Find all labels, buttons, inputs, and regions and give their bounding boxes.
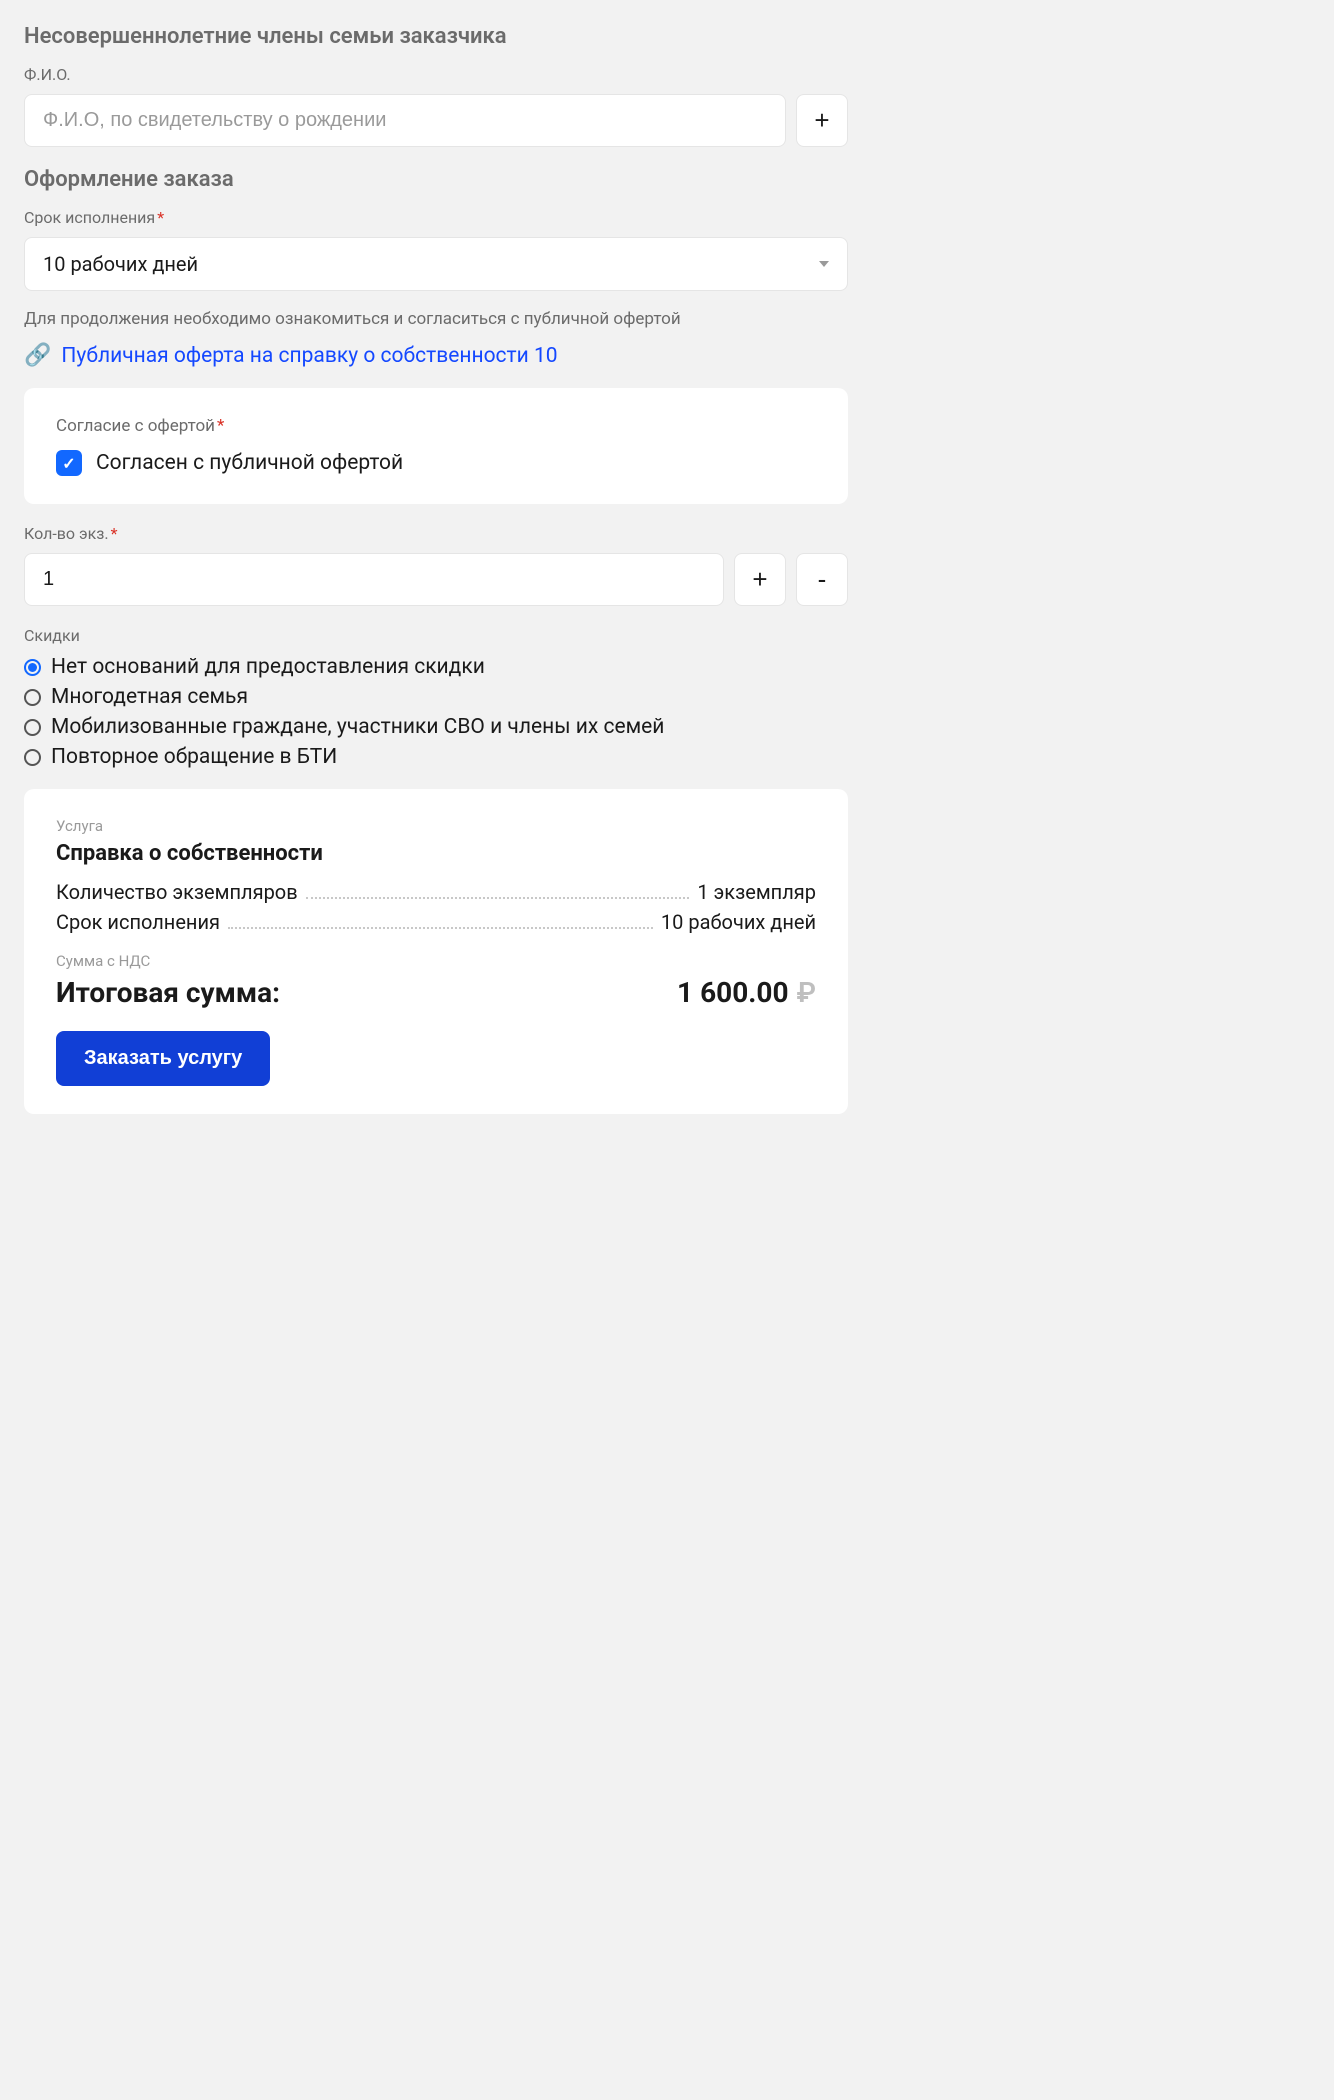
term-value: 10 рабочих дней	[43, 252, 198, 276]
consent-checkbox[interactable]: ✓	[56, 450, 82, 476]
required-marker: *	[217, 416, 224, 436]
consent-card: Согласие с офертой* ✓ Согласен с публичн…	[24, 388, 848, 504]
sum-label: Сумма с НДС	[56, 952, 816, 970]
qty-plus-button[interactable]: +	[734, 553, 786, 606]
consent-label: Согласие с офертой*	[56, 416, 816, 436]
summary-row: Срок исполнения 10 рабочих дней	[56, 910, 816, 934]
term-label-text: Срок исполнения	[24, 208, 155, 227]
discount-option[interactable]: Мобилизованные граждане, участники СВО и…	[24, 715, 848, 739]
qty-minus-button[interactable]: -	[796, 553, 848, 606]
discount-option[interactable]: Нет оснований для предоставления скидки	[24, 655, 848, 679]
summary-value: 10 рабочих дней	[661, 910, 816, 934]
radio-icon[interactable]	[24, 749, 41, 766]
total-value: 1 600.00	[677, 976, 788, 1009]
discount-option[interactable]: Многодетная семья	[24, 685, 848, 709]
service-label: Услуга	[56, 817, 816, 835]
discounts-label: Скидки	[24, 626, 848, 645]
radio-icon[interactable]	[24, 719, 41, 736]
radio-icon[interactable]	[24, 659, 41, 676]
summary-row: Количество экземпляров 1 экземпляр	[56, 880, 816, 904]
discount-option-label: Повторное обращение в БТИ	[51, 745, 337, 769]
section-title-order: Оформление заказа	[24, 167, 848, 192]
radio-icon[interactable]	[24, 689, 41, 706]
consent-label-text: Согласие с офертой	[56, 416, 215, 436]
required-marker: *	[157, 208, 164, 227]
summary-key: Срок исполнения	[56, 910, 220, 934]
add-minor-button[interactable]: +	[796, 94, 848, 147]
service-name: Справка о собственности	[56, 841, 816, 866]
fio-input[interactable]	[24, 94, 786, 147]
chevron-down-icon	[819, 261, 829, 267]
term-select[interactable]: 10 рабочих дней	[24, 237, 848, 291]
discount-option-label: Многодетная семья	[51, 685, 248, 709]
consent-text: Согласен с публичной офертой	[96, 451, 403, 475]
summary-value: 1 экземпляр	[697, 880, 816, 904]
required-marker: *	[111, 524, 118, 543]
term-label: Срок исполнения*	[24, 208, 848, 227]
qty-label-text: Кол-во экз.	[24, 524, 109, 543]
discount-option[interactable]: Повторное обращение в БТИ	[24, 745, 848, 769]
offer-note: Для продолжения необходимо ознакомиться …	[24, 309, 848, 329]
link-icon: 🔗	[24, 343, 51, 368]
summary-card: Услуга Справка о собственности Количеств…	[24, 789, 848, 1114]
discounts-radio-group: Нет оснований для предоставления скидки М…	[24, 655, 848, 769]
fio-label: Ф.И.О.	[24, 65, 848, 84]
order-button[interactable]: Заказать услугу	[56, 1031, 270, 1086]
qty-label: Кол-во экз.*	[24, 524, 848, 543]
qty-input[interactable]	[24, 553, 724, 606]
discount-option-label: Нет оснований для предоставления скидки	[51, 655, 485, 679]
summary-key: Количество экземпляров	[56, 880, 298, 904]
discount-option-label: Мобилизованные граждане, участники СВО и…	[51, 715, 664, 739]
total-label: Итоговая сумма:	[56, 976, 280, 1009]
section-title-minors: Несовершеннолетние члены семьи заказчика	[24, 24, 848, 49]
offer-link[interactable]: Публичная оферта на справку о собственно…	[61, 344, 557, 368]
ruble-icon: ₽	[797, 976, 816, 1009]
